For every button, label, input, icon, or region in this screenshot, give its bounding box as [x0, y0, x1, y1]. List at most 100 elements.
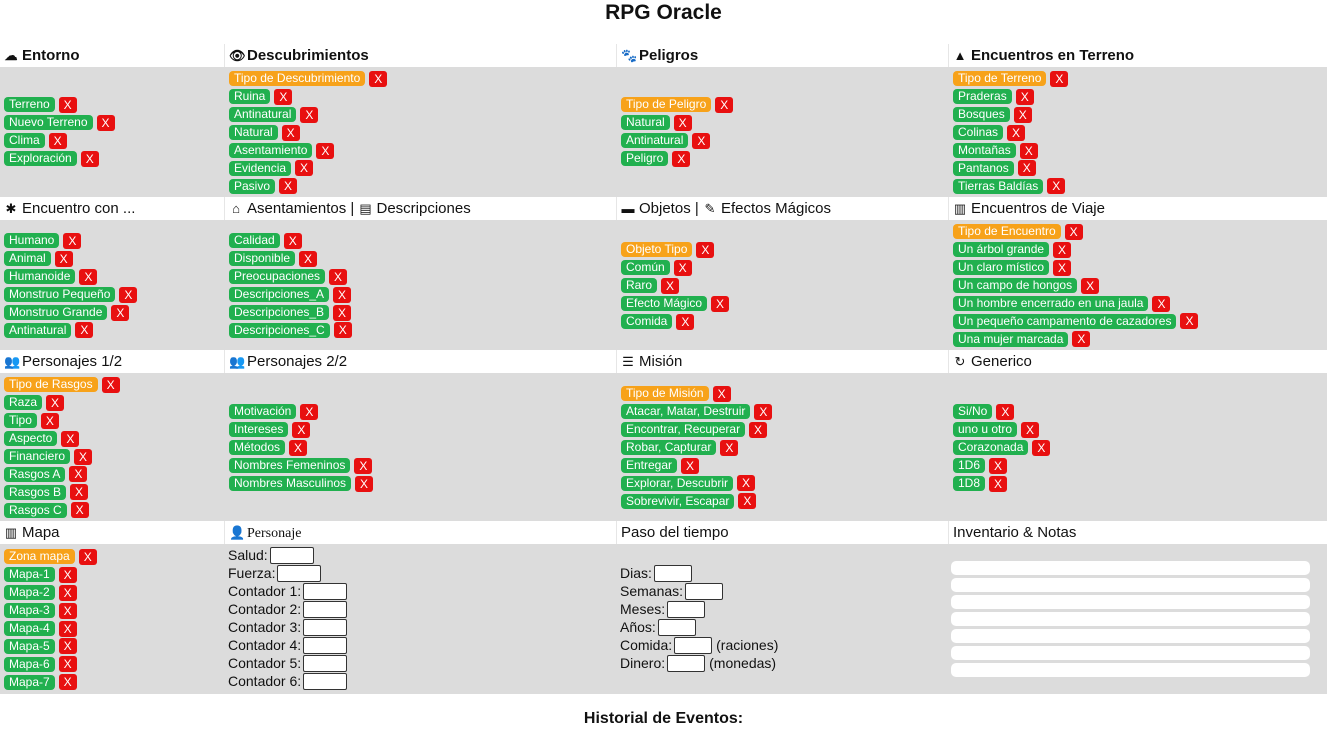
oracle-tag[interactable]: Explorar, Descubrir [621, 475, 734, 491]
oracle-tag[interactable]: Calidad [229, 233, 280, 249]
remove-button[interactable]: X [58, 674, 77, 691]
oracle-tag[interactable]: Tierras Baldías [953, 178, 1044, 194]
oracle-tag[interactable]: Sobrevivir, Escapar [621, 493, 735, 509]
notes-line-4[interactable] [951, 612, 1310, 626]
oracle-tag[interactable]: Ruina [229, 89, 271, 105]
oracle-tag[interactable]: Mapa-2 [4, 585, 55, 601]
oracle-tag[interactable]: Rasgos C [4, 502, 67, 518]
remove-button[interactable]: X [289, 439, 308, 456]
oracle-tag[interactable]: Antinatural [621, 133, 689, 149]
remove-button[interactable]: X [1019, 142, 1038, 159]
oracle-tag[interactable]: Evidencia [229, 160, 292, 176]
remove-button[interactable]: X [1180, 313, 1199, 330]
notes-line-7[interactable] [951, 663, 1310, 677]
remove-button[interactable]: X [333, 322, 352, 339]
remove-button[interactable]: X [61, 430, 80, 447]
remove-button[interactable]: X [754, 403, 773, 420]
oracle-tag[interactable]: Mapa-3 [4, 603, 55, 619]
oracle-tag[interactable]: Mapa-1 [4, 567, 55, 583]
oracle-tag[interactable]: Común [621, 260, 670, 276]
remove-button[interactable]: X [355, 475, 374, 492]
remove-button[interactable]: X [70, 484, 89, 501]
remove-button[interactable]: X [661, 277, 680, 294]
category-tag[interactable]: Tipo de Peligro [621, 97, 712, 113]
category-tag[interactable]: Tipo de Descubrimiento [229, 71, 366, 87]
remove-button[interactable]: X [299, 250, 318, 267]
oracle-tag[interactable]: Peligro [621, 151, 669, 167]
oracle-tag[interactable]: Raro [621, 278, 658, 294]
remove-button[interactable]: X [692, 132, 711, 149]
remove-button[interactable]: X [58, 620, 77, 637]
oracle-tag[interactable]: Descripciones_A [229, 287, 330, 303]
remove-button[interactable]: X [1064, 223, 1083, 240]
oracle-tag[interactable]: Colinas [953, 125, 1004, 141]
remove-button[interactable]: X [80, 150, 99, 167]
oracle-tag[interactable]: Un campo de hongos [953, 278, 1078, 294]
oracle-tag[interactable]: Monstruo Pequeño [4, 287, 116, 303]
remove-button[interactable]: X [749, 421, 768, 438]
remove-button[interactable]: X [78, 548, 97, 565]
remove-button[interactable]: X [279, 178, 298, 195]
oracle-tag[interactable]: Financiero [4, 449, 71, 464]
remove-button[interactable]: X [1050, 70, 1069, 87]
category-tag[interactable]: Tipo de Terreno [953, 71, 1047, 87]
oracle-tag[interactable]: Comida [621, 314, 673, 329]
oracle-tag[interactable]: uno u otro [953, 422, 1018, 438]
remove-button[interactable]: X [1152, 295, 1171, 312]
oracle-tag[interactable]: Atacar, Matar, Destruir [621, 404, 751, 420]
remove-button[interactable]: X [74, 448, 93, 465]
notes-line-5[interactable] [951, 629, 1310, 643]
remove-button[interactable]: X [70, 502, 89, 519]
remove-button[interactable]: X [281, 124, 300, 141]
remove-button[interactable]: X [673, 114, 692, 131]
remove-button[interactable]: X [1007, 124, 1026, 141]
remove-button[interactable]: X [63, 232, 82, 249]
notes-line-2[interactable] [951, 578, 1310, 592]
category-tag[interactable]: Tipo de Encuentro [953, 224, 1061, 240]
remove-button[interactable]: X [283, 232, 302, 249]
oracle-tag[interactable]: Encontrar, Recuperar [621, 422, 746, 438]
oracle-tag[interactable]: Robar, Capturar [621, 440, 717, 456]
remove-button[interactable]: X [329, 268, 348, 285]
remove-button[interactable]: X [274, 88, 293, 105]
remove-button[interactable]: X [69, 466, 88, 483]
oracle-tag[interactable]: Efecto Mágico [621, 296, 708, 312]
oracle-tag[interactable]: Métodos [229, 440, 286, 456]
oracle-tag[interactable]: Rasgos A [4, 466, 66, 482]
remove-button[interactable]: X [712, 385, 731, 402]
remove-button[interactable]: X [316, 142, 335, 159]
oracle-tag[interactable]: Un claro místico [953, 260, 1050, 276]
contador-1-input[interactable] [303, 582, 348, 600]
oracle-tag[interactable]: Natural [621, 115, 670, 131]
remove-button[interactable]: X [1017, 160, 1036, 177]
remove-button[interactable]: X [101, 376, 120, 393]
remove-button[interactable]: X [54, 250, 73, 267]
contador-3-input[interactable] [303, 618, 348, 636]
remove-button[interactable]: X [111, 304, 130, 321]
remove-button[interactable]: X [1047, 178, 1066, 195]
oracle-tag[interactable]: Pantanos [953, 160, 1014, 176]
oracle-tag[interactable]: Si/No [953, 404, 993, 420]
remove-button[interactable]: X [1013, 106, 1032, 123]
anos-input[interactable] [657, 618, 696, 636]
category-tag[interactable]: Zona mapa [4, 549, 75, 565]
semanas-input[interactable] [685, 582, 724, 600]
oracle-tag[interactable]: Aspecto [4, 431, 58, 447]
oracle-tag[interactable]: Motivación [229, 404, 297, 420]
remove-button[interactable]: X [300, 106, 319, 123]
oracle-tag[interactable]: Bosques [953, 107, 1010, 123]
oracle-tag[interactable]: Animal [4, 251, 51, 267]
remove-button[interactable]: X [681, 457, 700, 474]
remove-button[interactable]: X [1021, 421, 1040, 438]
oracle-tag[interactable]: Nombres Femeninos [229, 458, 351, 474]
oracle-tag[interactable]: 1D6 [953, 458, 986, 474]
oracle-tag[interactable]: Nuevo Terreno [4, 115, 93, 131]
oracle-tag[interactable]: Descripciones_B [229, 305, 330, 320]
category-tag[interactable]: Objeto Tipo [621, 242, 693, 258]
oracle-tag[interactable]: Preocupaciones [229, 269, 326, 285]
oracle-tag[interactable]: Pasivo [229, 178, 276, 194]
fuerza-input[interactable] [277, 564, 322, 582]
remove-button[interactable]: X [58, 566, 77, 583]
oracle-tag[interactable]: Mapa-7 [4, 674, 55, 690]
oracle-tag[interactable]: Antinatural [4, 322, 72, 338]
